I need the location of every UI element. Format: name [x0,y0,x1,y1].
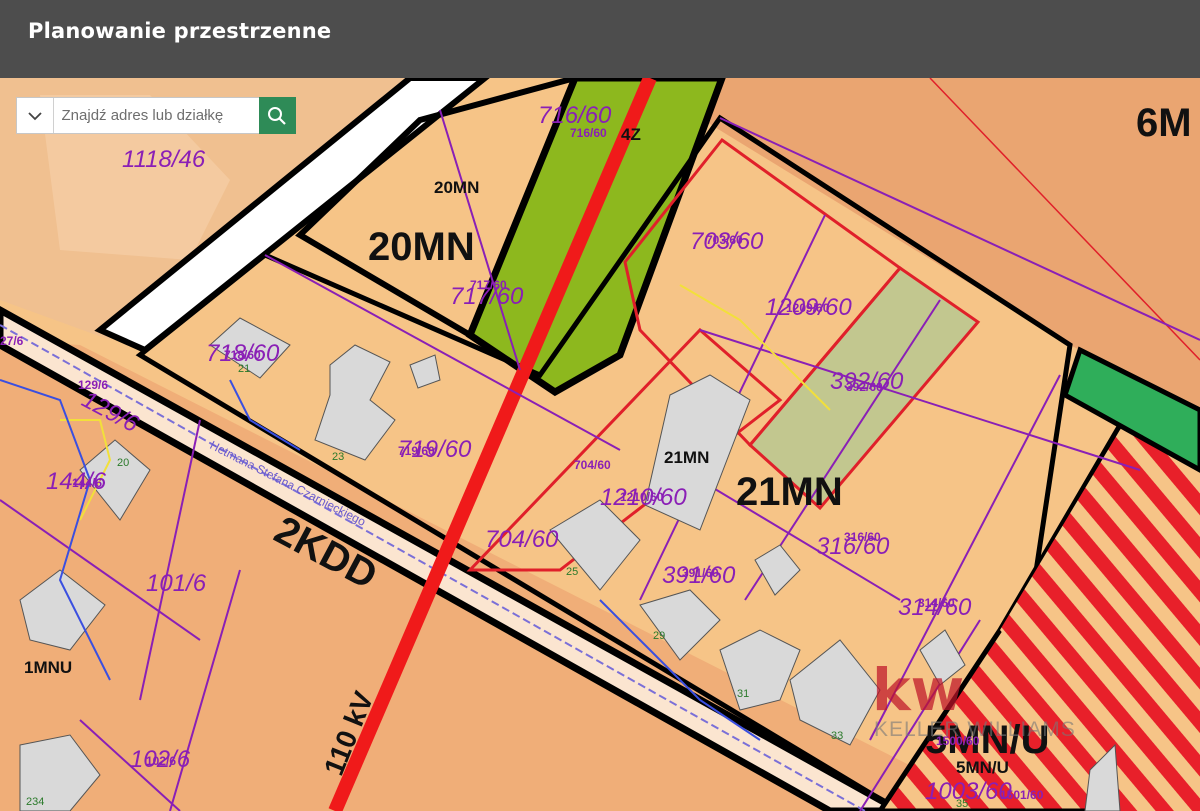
parcel-small-391-60: 391/60 [682,566,719,580]
keller-williams-watermark: kw KELLER WILLIAMS [872,656,1076,742]
search-source-dropdown[interactable] [17,98,54,133]
parcel-small-1209-60: 1209/60 [786,301,830,315]
house-number-234: 234 [26,796,45,808]
kw-text: KELLER WILLIAMS [874,718,1076,741]
parcel-small-704-60: 704/60 [574,458,611,472]
parcel-small-718-60: 718/60 [224,348,261,362]
chevron-down-icon [28,111,42,120]
app-title: Planowanie przestrzenne [28,19,332,43]
parcel-small-27-6: 27/6 [0,334,24,348]
parcel-label-704-60: 704/60 [485,526,559,553]
parcel-small-703-60: 703/60 [706,233,743,247]
parcel-small-102-6: 102/6 [146,754,177,768]
header-bar: Planowanie przestrzenne [0,0,1200,78]
kw-logo: kw [872,656,965,724]
parcel-small-392-60: 392/60 [846,380,883,394]
zone-small-21mn: 21MN [664,448,710,467]
parcel-small-717-60: 717/60 [470,278,507,292]
search-icon [268,106,287,125]
house-number-23: 23 [332,451,345,463]
address-search [16,97,296,134]
house-number-29: 29 [653,630,666,642]
parcel-label-101-6: 101/6 [146,570,207,597]
parcel-small-1501-60: 1501/60 [1000,788,1044,802]
house-number-20: 20 [117,457,130,469]
parcel-small-719-60: 719/60 [398,444,435,458]
zone-small-20mn: 20MN [434,178,480,197]
zone-small-4z: 4Z [621,125,641,144]
house-number-35: 35 [956,798,969,810]
house-number-33: 33 [831,730,844,742]
zone-label-21mn: 21MN [736,470,843,514]
parcel-small-314-60: 314/60 [918,596,955,610]
parcel-small-144-6: 144/6 [72,476,103,490]
parcel-small-1210-60: 1210/60 [620,490,664,504]
house-number-31: 31 [737,688,750,700]
parcel-small-129-6: 129/6 [78,378,109,392]
search-button[interactable] [258,97,296,134]
parcel-small-316-60: 316/60 [844,530,881,544]
zone-label-6m: 6M [1136,101,1192,145]
parcel-label-1003-60: 1003/60 [925,778,1012,805]
parcel-label-1118-46: 1118/46 [122,146,206,173]
house-number-21: 21 [238,363,251,375]
zone-small-1mnu: 1MNU [24,658,73,677]
parcel-small-716-60: 716/60 [570,126,607,140]
search-input[interactable] [53,98,259,133]
zone-label-20mn: 20MN [368,225,475,269]
zone-small-5mnu: 5MN/U [956,758,1009,777]
house-number-25: 25 [566,566,579,578]
